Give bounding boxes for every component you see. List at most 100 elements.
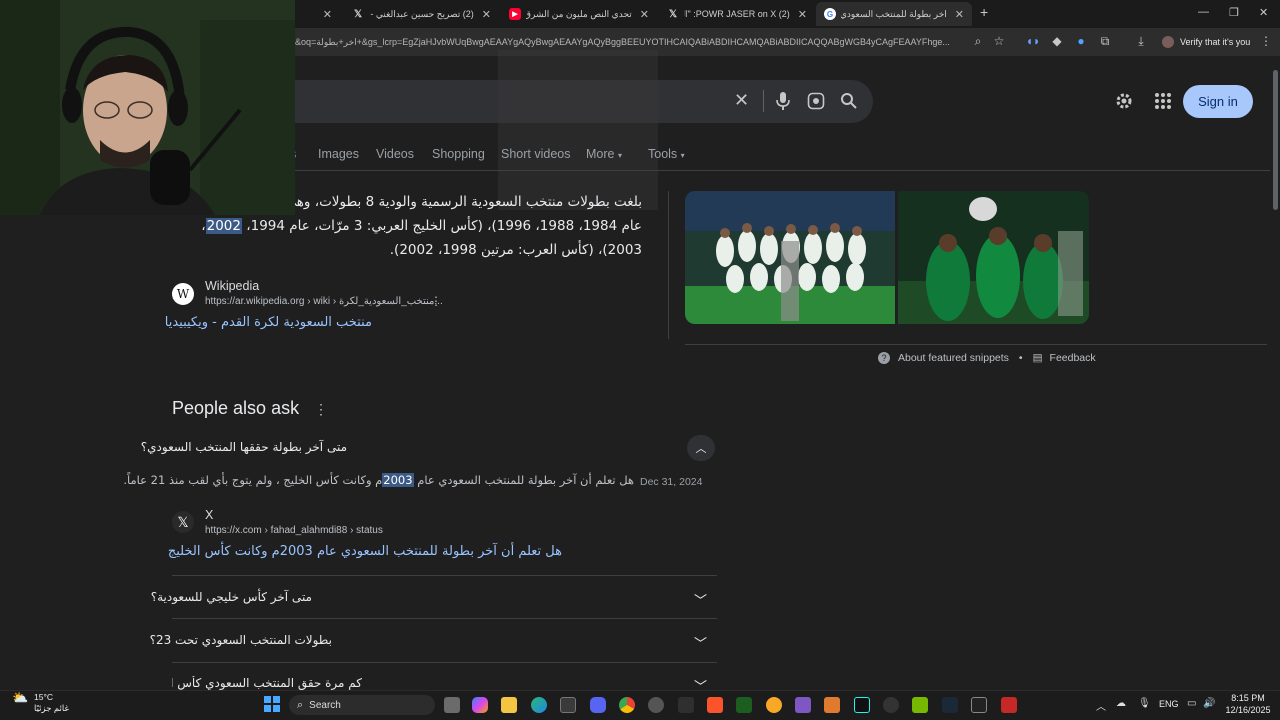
- microphone-icon[interactable]: 🎙: [1138, 698, 1151, 709]
- caret-down-icon: ▾: [617, 151, 622, 160]
- extensions-puzzle-icon[interactable]: ⧉: [1097, 34, 1113, 49]
- maximize-icon[interactable]: ❐: [1229, 6, 1239, 19]
- tab-more[interactable]: More ▾: [586, 147, 622, 161]
- weather-icon: ⛅: [12, 690, 29, 705]
- zoom-icon[interactable]: ⌕: [970, 34, 986, 49]
- address-bar[interactable]: &oq=اخر+بطولة+&gs_lcrp=EgZjaHJvbWUqBwgAE…: [295, 32, 990, 52]
- tab-videos[interactable]: Videos: [376, 147, 414, 161]
- github-icon[interactable]: [648, 697, 664, 713]
- tools-button[interactable]: Tools ▾: [648, 147, 685, 161]
- close-tab-icon[interactable]: ✕: [798, 8, 807, 21]
- x-logo-icon: 𝕏: [172, 511, 194, 533]
- settings-gear-icon[interactable]: [1114, 91, 1134, 111]
- highlight: 2002: [205, 218, 242, 234]
- volume-icon[interactable]: 🔊: [1203, 698, 1215, 709]
- google-icon: G: [824, 8, 836, 20]
- tab-3[interactable]: 𝕏 (2) POWR JASER on X: "السيرفر ✕: [659, 2, 815, 26]
- avatar: [1162, 36, 1174, 48]
- extension-icon[interactable]: ◆: [1049, 34, 1065, 48]
- chevron-up-icon[interactable]: ︿: [687, 435, 715, 461]
- app-icon[interactable]: [824, 697, 840, 713]
- nvidia-icon[interactable]: [912, 697, 928, 713]
- clear-search-icon[interactable]: ✕: [734, 90, 749, 111]
- bookmark-star-icon[interactable]: ☆: [991, 34, 1007, 48]
- close-tab-icon[interactable]: ✕: [482, 8, 491, 21]
- voice-search-icon[interactable]: [775, 91, 791, 111]
- source-url[interactable]: https://x.com › fahad_alahmdi88 › status: [205, 525, 383, 536]
- close-window-icon[interactable]: ✕: [1259, 6, 1268, 19]
- tray-chevron-icon[interactable]: ︿: [1096, 698, 1106, 713]
- paa-question-1[interactable]: متى آخر بطولة حققها المنتخب السعودي؟: [141, 440, 347, 454]
- app-icon[interactable]: [971, 697, 987, 713]
- copilot-icon[interactable]: [472, 697, 488, 713]
- extension-audio-icon[interactable]: ◖◗: [1025, 34, 1041, 48]
- tab-2[interactable]: ▶ تحدي النص مليون من الشرق للغرب ✕: [501, 2, 657, 26]
- chrome-icon[interactable]: [619, 697, 635, 713]
- source-name[interactable]: Wikipedia: [205, 279, 259, 293]
- app-icon[interactable]: [678, 697, 694, 713]
- about-featured-snippets-link[interactable]: About featured snippets: [898, 352, 1009, 364]
- tiktok-icon[interactable]: [854, 697, 870, 713]
- tab-images[interactable]: Images: [318, 147, 359, 161]
- steam-icon[interactable]: [942, 697, 958, 713]
- scrollbar[interactable]: [1271, 56, 1280, 690]
- app-icon[interactable]: [766, 697, 782, 713]
- chevron-down-icon[interactable]: ﹀: [694, 590, 707, 609]
- paa-question-4[interactable]: كم مرة حقق المنتخب السعودي كأس العرب؟: [172, 676, 362, 690]
- taskbar: [0, 690, 1280, 720]
- nav-divider: [290, 170, 1270, 171]
- download-icon[interactable]: ⤓: [1133, 34, 1149, 49]
- google-apps-icon[interactable]: [1155, 93, 1171, 109]
- search-icon: ⌕: [297, 698, 304, 711]
- app-icon[interactable]: [795, 697, 811, 713]
- tab-short-videos[interactable]: Short videos: [501, 147, 570, 161]
- source-name[interactable]: X: [205, 508, 213, 522]
- search-icon[interactable]: [840, 92, 858, 110]
- divider: [668, 191, 669, 339]
- feedback-link[interactable]: Feedback: [1050, 352, 1096, 364]
- source-url[interactable]: https://ar.wikipedia.org › wiki › منتخب_…: [205, 296, 443, 307]
- menu-kebab-icon[interactable]: ⋮: [1258, 34, 1274, 48]
- tray-icon[interactable]: ☁: [1116, 698, 1126, 709]
- edge-icon[interactable]: [531, 697, 547, 713]
- weather-widget[interactable]: ⛅ 15°C غائم جزئيًا: [12, 690, 69, 714]
- tab-shopping[interactable]: Shopping: [432, 147, 485, 161]
- windows-start-icon[interactable]: [264, 696, 280, 712]
- close-tab-icon[interactable]: ✕: [640, 8, 649, 21]
- network-icon[interactable]: ▭: [1187, 698, 1196, 709]
- tab-4-active[interactable]: G اخر بطولة للمنتخب السعودي - Google ✕: [816, 2, 972, 26]
- close-tab-icon[interactable]: ✕: [955, 8, 964, 21]
- result-link[interactable]: هل تعلم أن آخر بطولة للمنتخب السعودي عام…: [168, 544, 562, 559]
- brave-icon[interactable]: [707, 697, 723, 713]
- close-tab-icon[interactable]: ✕: [323, 8, 332, 21]
- paa-more-icon[interactable]: ⋮: [314, 401, 328, 418]
- discord-icon[interactable]: [590, 697, 606, 713]
- paa-question-2[interactable]: متى آخر كأس خليجي للسعودية؟: [151, 590, 312, 604]
- chevron-down-icon[interactable]: ﹀: [694, 676, 707, 690]
- taskbar-search[interactable]: ⌕ Search: [289, 695, 435, 715]
- lens-search-icon[interactable]: [807, 92, 825, 110]
- extension-edge-icon[interactable]: ●: [1073, 34, 1089, 48]
- more-options-icon[interactable]: ⋮: [430, 294, 442, 308]
- new-tab-icon[interactable]: +: [980, 4, 988, 20]
- tab-1[interactable]: 𝕏 (2) تصريح حسين عبدالغني - X / X ✕: [344, 2, 499, 26]
- minimize-icon[interactable]: —: [1198, 6, 1209, 18]
- team-photo-thumbnail[interactable]: [685, 191, 895, 324]
- store-icon[interactable]: [560, 697, 576, 713]
- mcafee-icon[interactable]: [1001, 697, 1017, 713]
- result-link[interactable]: منتخب السعودية لكرة القدم - ويكيبيديا: [165, 315, 372, 330]
- tab-0[interactable]: ✕: [300, 2, 340, 26]
- language-indicator[interactable]: ENG: [1159, 699, 1179, 709]
- file-explorer-icon[interactable]: [501, 697, 517, 713]
- verify-profile-chip[interactable]: Verify that it's you: [1162, 33, 1250, 51]
- terminal-icon[interactable]: [736, 697, 752, 713]
- paa-question-3[interactable]: بطولات المنتخب السعودي تحت 23؟: [150, 633, 332, 647]
- clock[interactable]: 8:15 PM 12/16/2025: [1222, 692, 1274, 716]
- chevron-down-icon[interactable]: ﹀: [694, 633, 707, 652]
- paa-title: People also ask: [172, 398, 300, 418]
- celebration-photo-thumbnail[interactable]: [898, 191, 1089, 324]
- scrollbar-thumb[interactable]: [1273, 70, 1278, 210]
- sign-in-button[interactable]: Sign in: [1183, 85, 1253, 118]
- app-icon[interactable]: [883, 697, 899, 713]
- task-view-icon[interactable]: [444, 697, 460, 713]
